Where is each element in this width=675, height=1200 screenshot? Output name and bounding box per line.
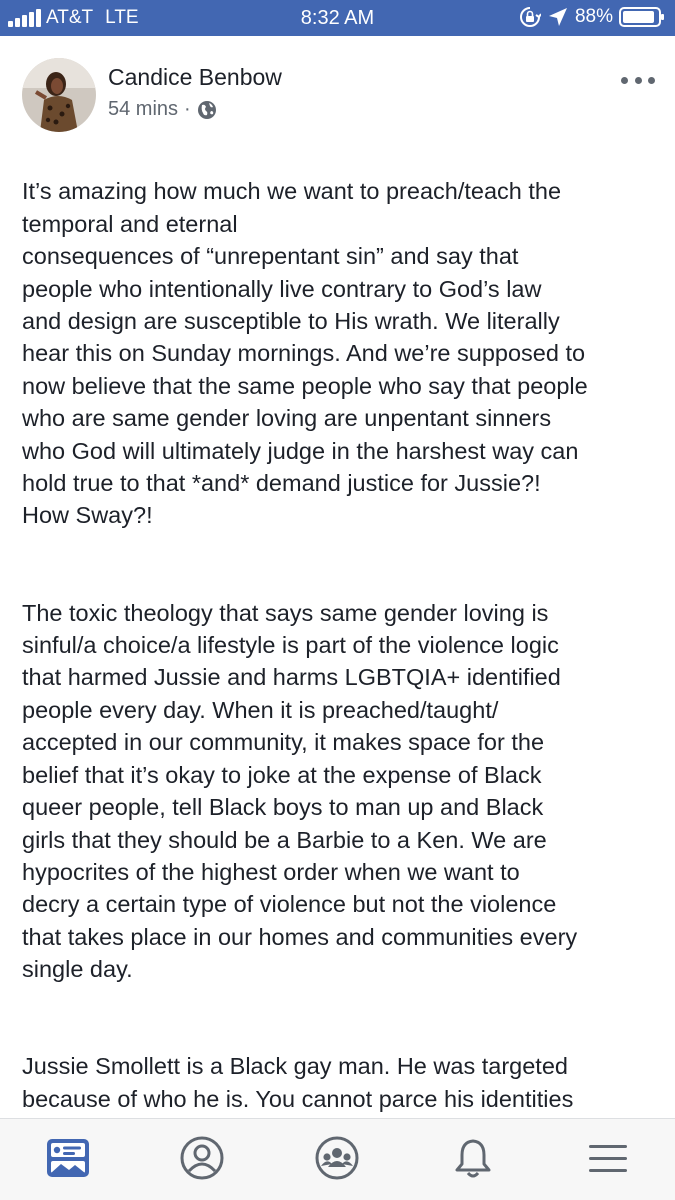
menu-icon	[583, 1133, 633, 1183]
rotation-lock-icon	[519, 6, 542, 28]
tab-notifications[interactable]	[448, 1133, 498, 1183]
groups-icon	[312, 1133, 362, 1183]
bottom-tab-bar	[0, 1118, 675, 1200]
profile-icon	[177, 1133, 227, 1183]
more-dot	[634, 76, 642, 84]
post-paragraph: It’s amazing how much we want to preach/…	[22, 178, 588, 529]
globe-icon	[197, 100, 217, 120]
notifications-icon	[448, 1133, 498, 1183]
battery-icon	[619, 6, 665, 28]
news-feed-icon	[43, 1133, 93, 1183]
tab-profile[interactable]	[177, 1133, 227, 1183]
post-meta: 54 mins ·	[108, 98, 217, 121]
more-options-button[interactable]	[621, 70, 655, 90]
status-bar: AT&T LTE 8:32 AM 88%	[0, 0, 675, 36]
tab-menu[interactable]	[583, 1133, 633, 1183]
author-avatar[interactable]	[22, 58, 96, 132]
post-paragraph: The toxic theology that says same gender…	[22, 599, 578, 983]
status-bar-right: 88%	[519, 6, 665, 28]
post-timestamp[interactable]: 54 mins	[108, 98, 178, 121]
tab-news-feed[interactable]	[43, 1133, 93, 1183]
more-dot	[621, 76, 628, 84]
post-text: It’s amazing how much we want to preach/…	[22, 143, 662, 1200]
meta-separator: ·	[184, 98, 191, 120]
battery-percentage: 88%	[574, 6, 613, 27]
app-screen: AT&T LTE 8:32 AM 88% Candice Benbow 54 m…	[0, 0, 675, 1200]
location-arrow-icon	[547, 6, 569, 28]
more-dot	[648, 76, 655, 84]
tab-groups[interactable]	[312, 1133, 362, 1183]
author-name-link[interactable]: Candice Benbow	[108, 64, 282, 91]
